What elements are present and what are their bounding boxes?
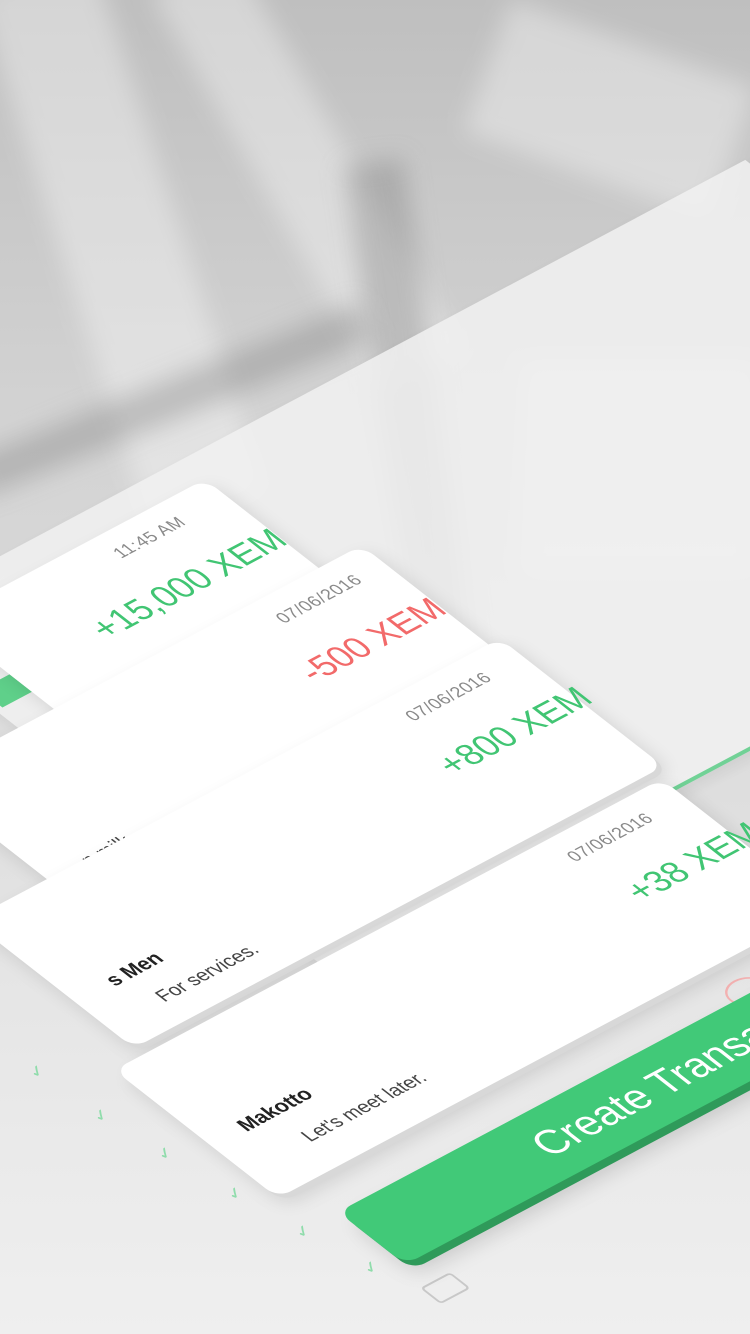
check-icon: ✓ [356, 1256, 387, 1278]
check-icon: ✓ [22, 1060, 53, 1082]
messages-tab-icon [420, 1272, 471, 1305]
screen: ✓ ✓ ✓ ✓ ✓ ✓ 11:45 AM +15,000 XEM 07/06/2… [0, 0, 750, 1334]
transaction-plane: ✓ ✓ ✓ ✓ ✓ ✓ 11:45 AM +15,000 XEM 07/06/2… [0, 0, 750, 1334]
check-icon: ✓ [86, 1104, 117, 1126]
transaction-message: Let's meet later. [296, 1068, 433, 1146]
check-icon: ✓ [288, 1220, 319, 1242]
check-icon: ✓ [150, 1142, 181, 1164]
transaction-message: For services. [150, 940, 265, 1006]
sender-name: s Men [100, 948, 170, 991]
check-icon: ✓ [220, 1182, 251, 1204]
